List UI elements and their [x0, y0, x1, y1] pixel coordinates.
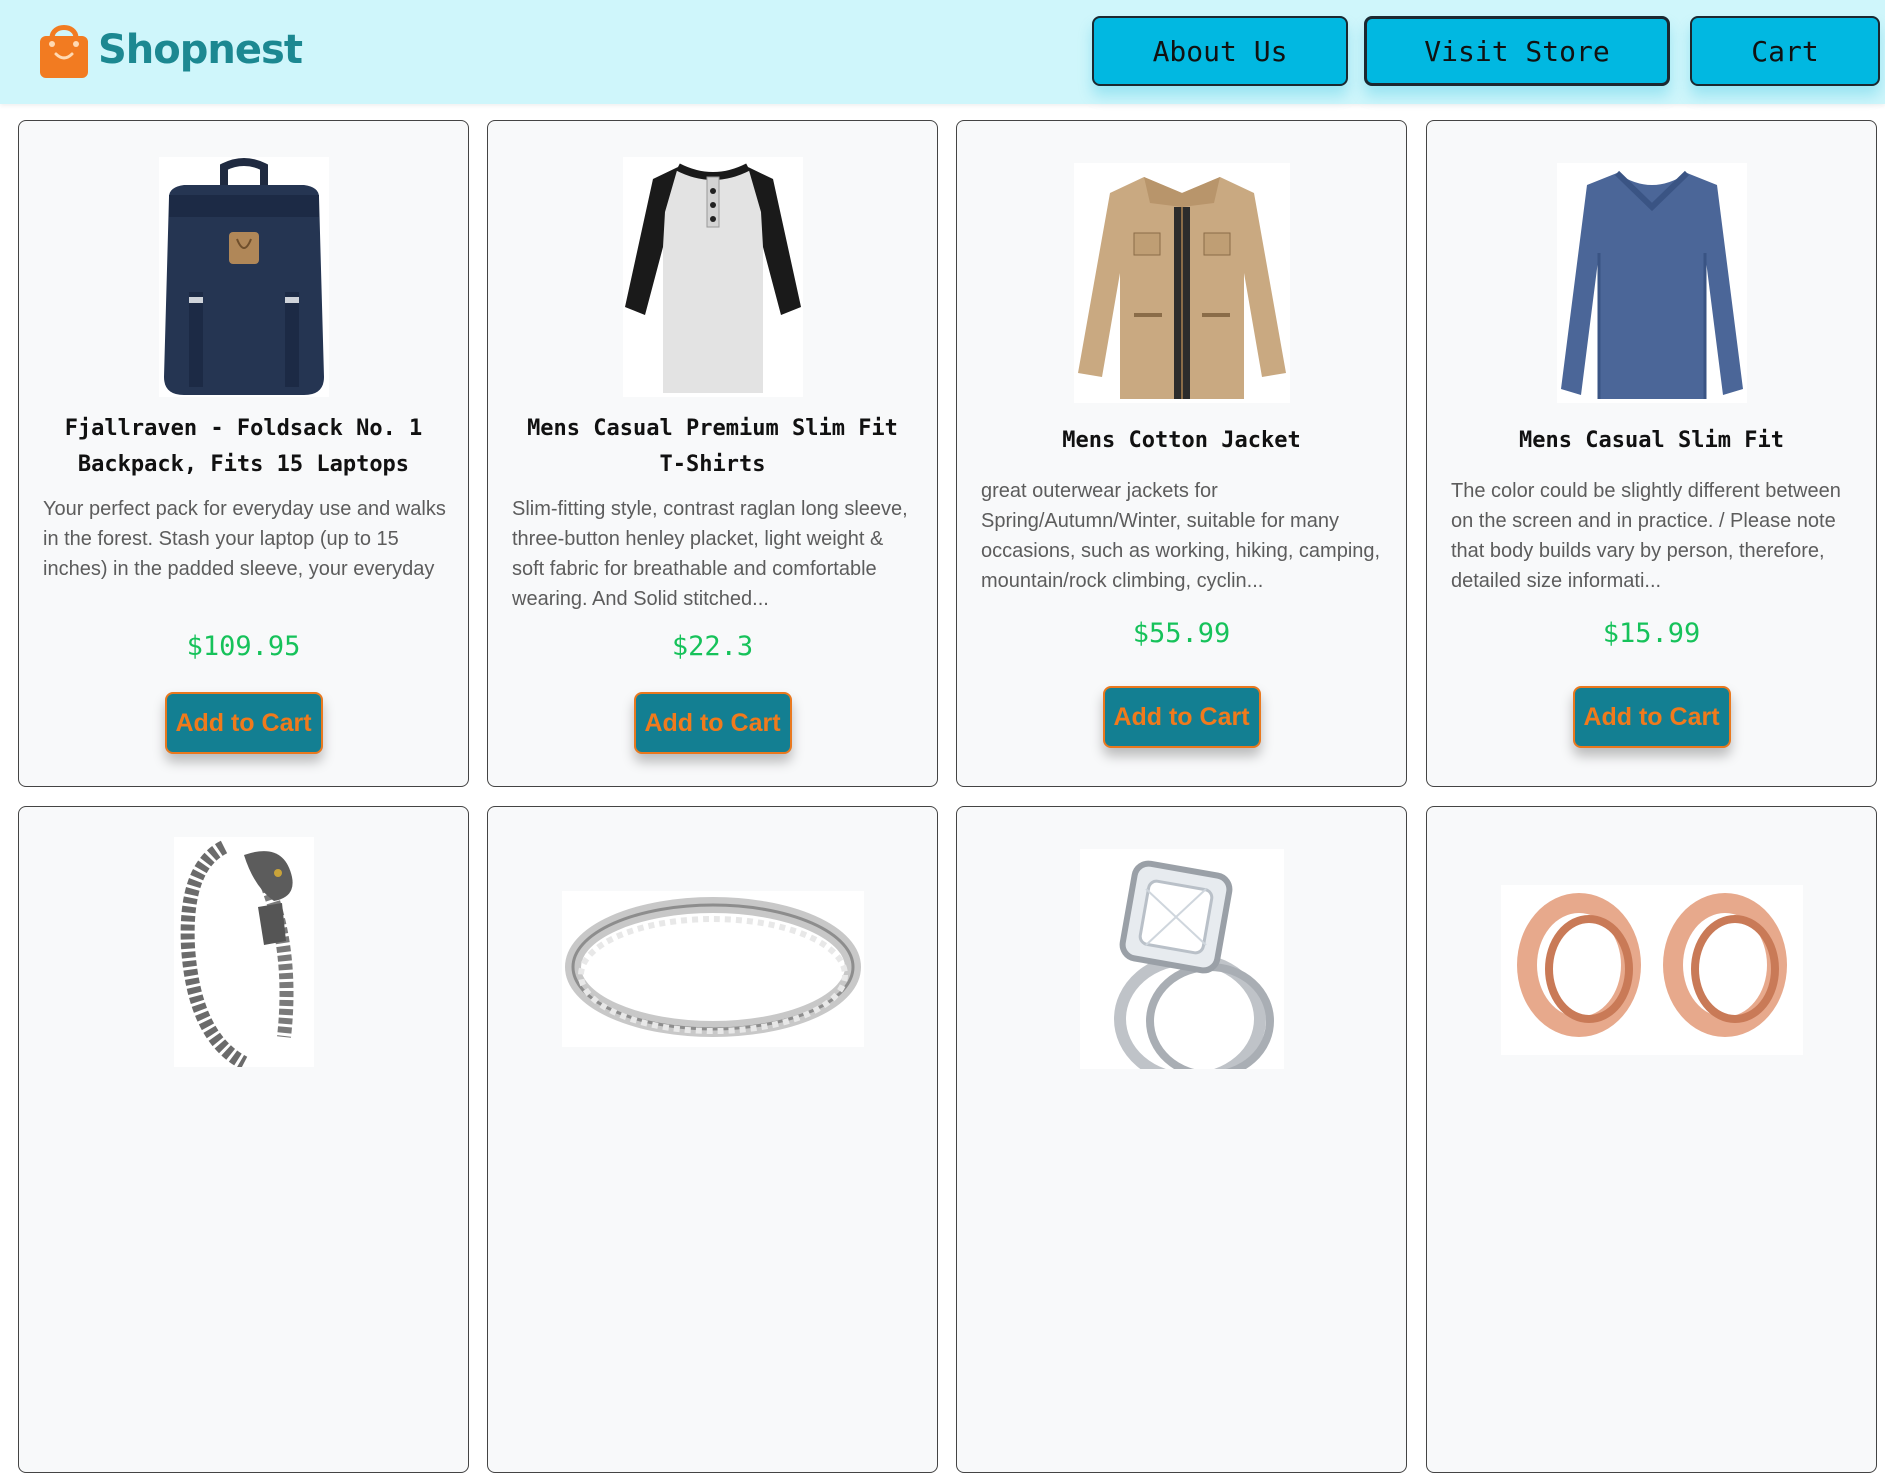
jacket-image[interactable]: [1073, 163, 1290, 403]
backpack-image[interactable]: [158, 157, 329, 397]
product-title[interactable]: Fjallraven - Foldsack No. 1 Backpack, Fi…: [49, 411, 438, 483]
add-to-cart-button[interactable]: Add to Cart: [164, 692, 323, 754]
cart-button[interactable]: Cart: [1690, 16, 1880, 86]
product-price: $109.95: [186, 631, 301, 662]
diamond-ring-image[interactable]: [1079, 849, 1284, 1085]
product-card: Mens Cotton Jacket great outerwear jacke…: [956, 120, 1407, 787]
product-card: [18, 806, 469, 1473]
product-price: $15.99: [1602, 618, 1701, 649]
product-title[interactable]: Mens Cotton Jacket: [987, 423, 1376, 459]
product-description: Your perfect pack for everyday use and w…: [43, 498, 446, 580]
tshirt-image[interactable]: [622, 157, 803, 397]
ear-plugs-image[interactable]: [1500, 885, 1803, 1055]
product-card: [487, 806, 938, 1473]
product-card: [1426, 806, 1877, 1473]
shopping-bag-icon: [36, 20, 92, 80]
visit-store-button[interactable]: Visit Store: [1364, 16, 1670, 86]
product-description: Slim-fitting style, contrast raglan long…: [512, 498, 908, 610]
bracelet-image[interactable]: [173, 837, 314, 1070]
top-header: Shopnest About Us Visit Store Cart: [0, 0, 1885, 104]
product-description: The color could be slightly different be…: [1451, 480, 1841, 592]
brand-logo[interactable]: Shopnest: [36, 20, 303, 80]
add-to-cart-button[interactable]: Add to Cart: [1572, 686, 1731, 748]
product-title[interactable]: Mens Casual Slim Fit: [1457, 423, 1846, 459]
brand-name: Shopnest: [98, 27, 303, 73]
product-card: [956, 806, 1407, 1473]
product-price: $55.99: [1132, 618, 1231, 649]
ring-image[interactable]: [561, 891, 864, 1047]
product-price: $22.3: [671, 631, 754, 662]
product-card: Fjallraven - Foldsack No. 1 Backpack, Fi…: [18, 120, 469, 787]
product-description: great outerwear jackets for Spring/Autum…: [981, 480, 1381, 592]
about-us-button[interactable]: About Us: [1092, 16, 1348, 86]
longsleeve-image[interactable]: [1556, 163, 1747, 403]
add-to-cart-button[interactable]: Add to Cart: [1102, 686, 1261, 748]
product-card: Mens Casual Premium Slim Fit T-Shirts Sl…: [487, 120, 938, 787]
product-card: Mens Casual Slim Fit The color could be …: [1426, 120, 1877, 787]
add-to-cart-button[interactable]: Add to Cart: [633, 692, 792, 754]
product-title[interactable]: Mens Casual Premium Slim Fit T-Shirts: [518, 411, 907, 483]
